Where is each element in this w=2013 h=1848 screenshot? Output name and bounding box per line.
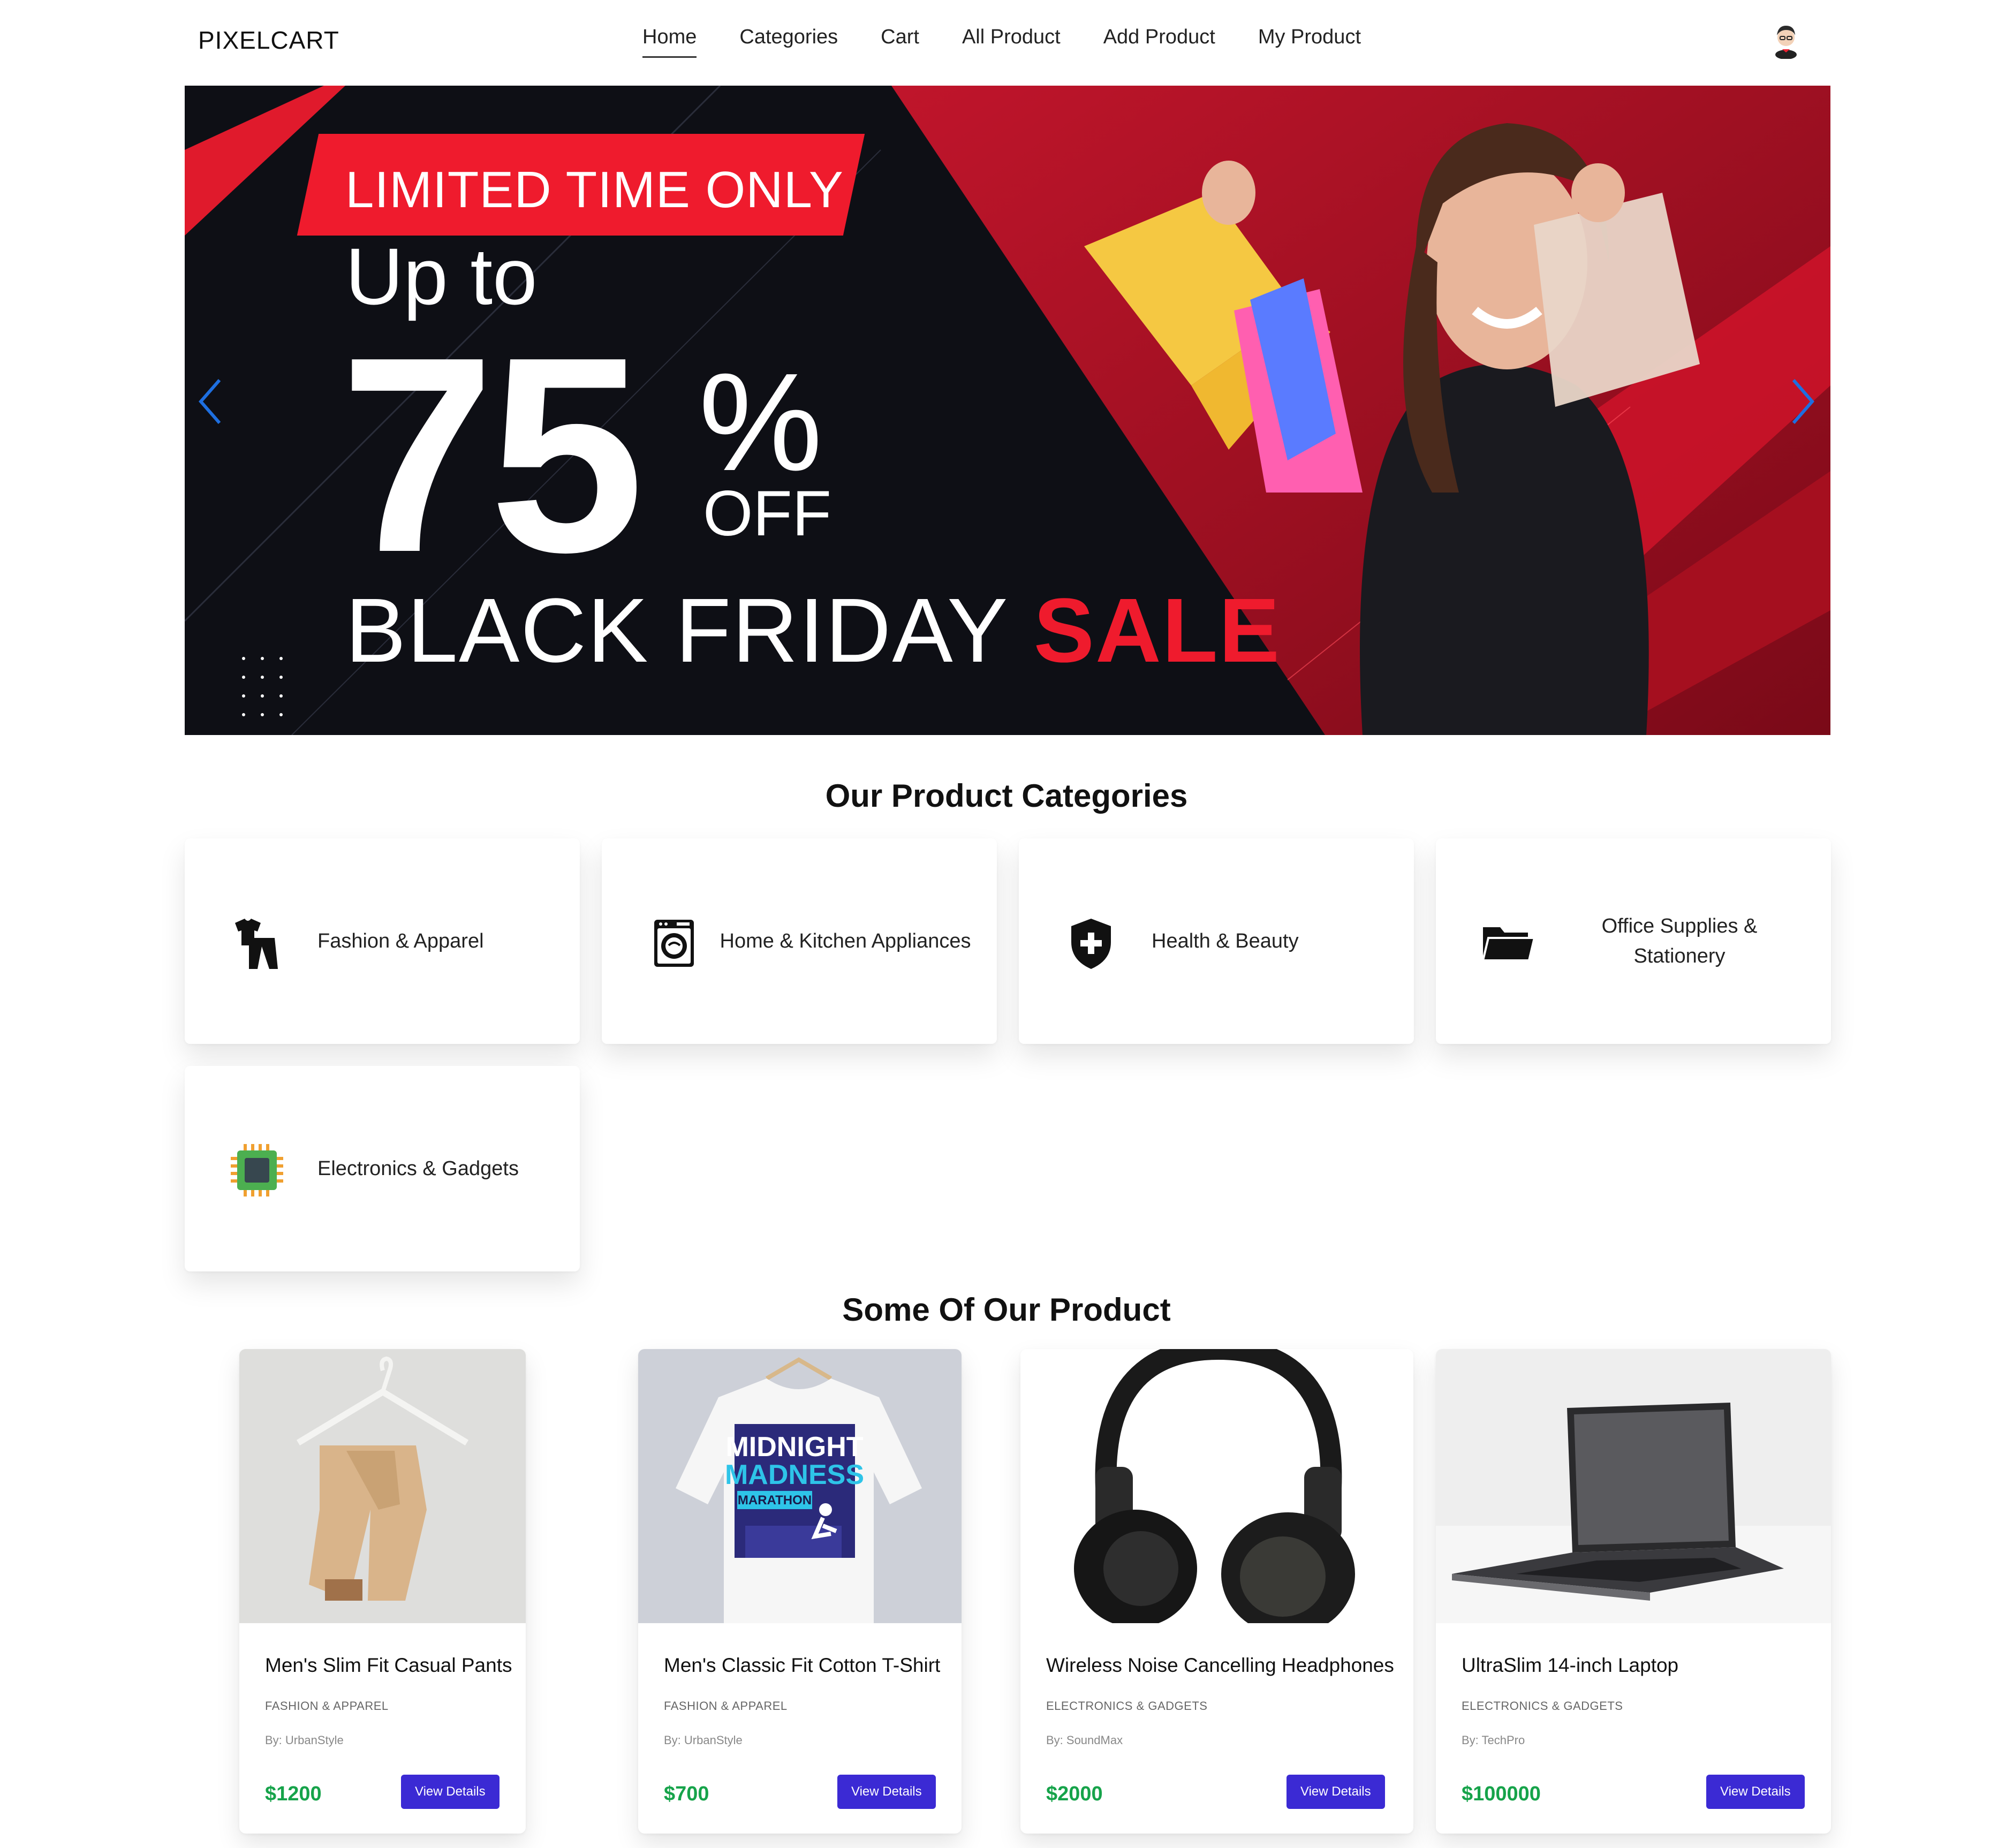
product-image-headphones[interactable] — [1020, 1349, 1413, 1623]
brand-logo[interactable]: PIXELCART — [198, 26, 339, 55]
product-category: FASHION & APPAREL — [265, 1699, 389, 1713]
view-details-button[interactable]: View Details — [837, 1775, 936, 1809]
clothes-icon — [235, 919, 278, 969]
category-label: Home & Kitchen Appliances — [720, 930, 971, 952]
category-card-office-supplies[interactable]: Office Supplies & Stationery — [1436, 838, 1831, 1044]
category-card-home-kitchen[interactable]: Home & Kitchen Appliances — [602, 838, 997, 1044]
product-card: MIDNIGHT MADNESS MARATHON Men's Classic … — [638, 1349, 962, 1834]
product-price: $100000 — [1462, 1783, 1541, 1805]
carousel-prev-icon[interactable] — [190, 369, 228, 434]
shirt-print-line1: MIDNIGHT — [725, 1432, 863, 1463]
product-category: FASHION & APPAREL — [664, 1699, 788, 1713]
view-details-button[interactable]: View Details — [1286, 1775, 1385, 1809]
dots-decoration — [242, 657, 283, 716]
product-seller: By: SoundMax — [1046, 1733, 1123, 1747]
nav-home[interactable]: Home — [642, 26, 697, 58]
nav-all-product[interactable]: All Product — [962, 26, 1061, 58]
product-card: UltraSlim 14-inch Laptop ELECTRONICS & G… — [1436, 1349, 1831, 1834]
product-seller: By: TechPro — [1462, 1733, 1525, 1747]
product-name[interactable]: UltraSlim 14-inch Laptop — [1462, 1654, 1678, 1677]
product-name[interactable]: Men's Classic Fit Cotton T-Shirt — [664, 1654, 940, 1677]
carousel-next-icon[interactable] — [1785, 369, 1823, 434]
view-details-button[interactable]: View Details — [401, 1775, 500, 1809]
product-category: ELECTRONICS & GADGETS — [1462, 1699, 1623, 1713]
categories-title: Our Product Categories — [825, 778, 1188, 814]
product-price: $2000 — [1046, 1783, 1103, 1805]
nav-cart[interactable]: Cart — [881, 26, 919, 58]
navbar: PIXELCART Home Categories Cart All Produ… — [0, 0, 2013, 86]
chip-icon — [231, 1144, 283, 1196]
medical-shield-icon — [1071, 919, 1111, 969]
avatar[interactable] — [1769, 20, 1803, 59]
category-label: Office Supplies & Stationery — [1601, 915, 1758, 967]
shirt-print-line2: MADNESS — [725, 1459, 864, 1490]
shirt-print-line3: MARATHON — [738, 1493, 812, 1508]
category-label: Electronics & Gadgets — [317, 1157, 519, 1180]
view-details-button[interactable]: View Details — [1706, 1775, 1805, 1809]
nav-add-product[interactable]: Add Product — [1103, 26, 1215, 58]
product-category: ELECTRONICS & GADGETS — [1046, 1699, 1208, 1713]
nav-categories[interactable]: Categories — [739, 26, 838, 58]
category-card-health-beauty[interactable]: Health & Beauty — [1019, 838, 1414, 1044]
hero-sale-word: SALE — [1033, 580, 1281, 681]
category-card-fashion[interactable]: Fashion & Apparel — [185, 838, 580, 1044]
folder-icon — [1481, 927, 1536, 961]
hero-discount-number: 75 — [340, 299, 644, 610]
product-image-pants[interactable] — [239, 1349, 526, 1623]
product-card: Wireless Noise Cancelling Headphones ELE… — [1020, 1349, 1413, 1834]
nav-my-product[interactable]: My Product — [1258, 26, 1361, 58]
product-price: $1200 — [265, 1783, 322, 1805]
category-label: Health & Beauty — [1152, 930, 1299, 952]
category-label: Fashion & Apparel — [317, 930, 484, 952]
product-image-tshirt[interactable]: MIDNIGHT MADNESS MARATHON — [638, 1349, 962, 1623]
category-card-electronics[interactable]: Electronics & Gadgets — [185, 1066, 580, 1271]
hero-banner: LIMITED TIME ONLY Up to 75 % OFF BLACK F… — [185, 86, 1830, 735]
hero-sale-headline: BLACK FRIDAY SALE — [345, 578, 1281, 683]
product-card: Men's Slim Fit Casual Pants FASHION & AP… — [239, 1349, 526, 1834]
hero-sale-prefix: BLACK FRIDAY — [345, 580, 1008, 681]
products-title: Some Of Our Product — [842, 1292, 1171, 1328]
washing-machine-icon — [654, 920, 694, 967]
hero-ribbon-text: LIMITED TIME ONLY — [345, 161, 844, 218]
nav-links: Home Categories Cart All Product Add Pro… — [642, 26, 1361, 58]
product-name[interactable]: Men's Slim Fit Casual Pants — [265, 1654, 512, 1677]
product-seller: By: UrbanStyle — [265, 1733, 344, 1747]
product-seller: By: UrbanStyle — [664, 1733, 743, 1747]
hero-off-text: OFF — [703, 478, 831, 549]
product-price: $700 — [664, 1783, 709, 1805]
product-name[interactable]: Wireless Noise Cancelling Headphones — [1046, 1654, 1394, 1677]
product-image-laptop[interactable] — [1436, 1349, 1831, 1623]
